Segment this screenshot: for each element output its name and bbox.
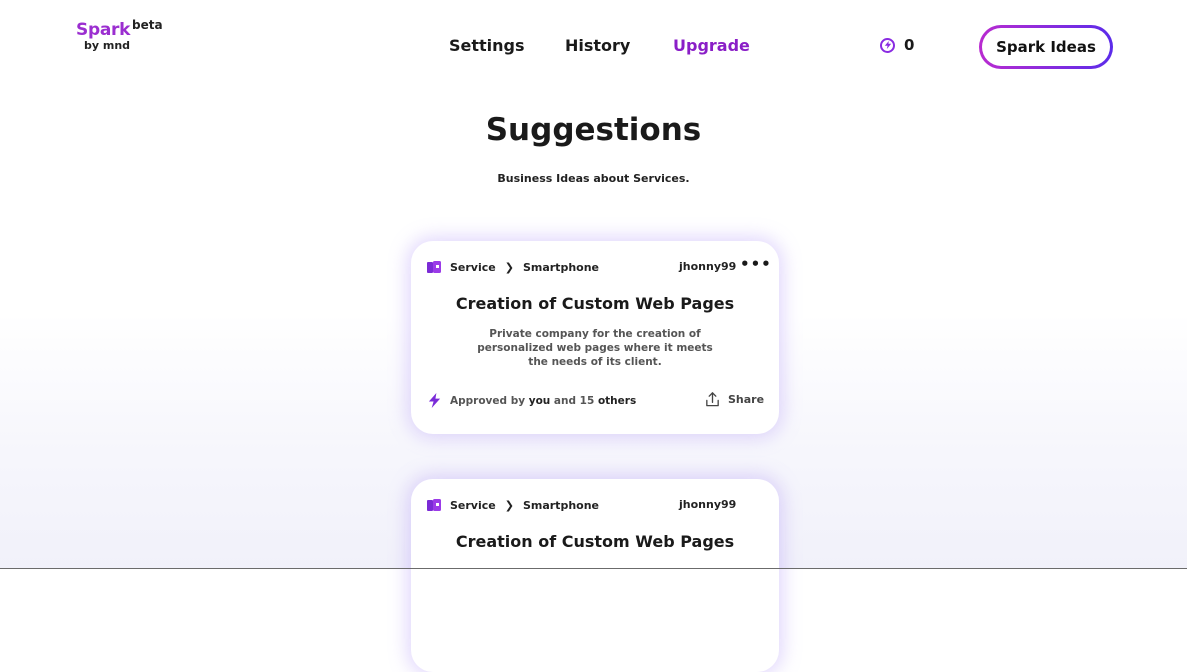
card-category: Service ❯ Smartphone xyxy=(427,260,599,274)
share-icon xyxy=(706,392,719,407)
page-subtitle: Business Ideas about Services. xyxy=(497,172,690,185)
logo-brand: Spark xyxy=(76,20,131,40)
approved-prefix: Approved by xyxy=(450,394,526,407)
nav-upgrade[interactable]: Upgrade xyxy=(673,36,750,55)
card-description: Private company for the creation of pers… xyxy=(477,328,713,368)
card-title: Creation of Custom Web Pages xyxy=(455,532,735,551)
card-category-label: Service xyxy=(450,498,496,512)
share-label: Share xyxy=(728,393,765,406)
card-category-label: Service xyxy=(450,260,496,274)
nav-history[interactable]: History xyxy=(565,36,630,55)
card-author[interactable]: jhonny99 xyxy=(679,498,736,511)
nav-settings[interactable]: Settings xyxy=(449,36,525,55)
card-title: Creation of Custom Web Pages xyxy=(455,294,735,313)
credits-counter[interactable]: 0 xyxy=(880,36,914,54)
card-subcategory-label: Smartphone xyxy=(522,260,599,274)
approved-you: you xyxy=(528,394,551,407)
credits-value: 0 xyxy=(904,36,915,54)
page-title: Suggestions xyxy=(485,112,702,148)
share-button[interactable]: Share xyxy=(704,391,764,408)
bolt-circle-icon xyxy=(880,37,895,53)
chevron-right-icon: ❯ xyxy=(504,260,514,274)
card-subcategory-label: Smartphone xyxy=(522,498,599,512)
approved-count: and 15 xyxy=(553,394,595,407)
card-approvals[interactable]: Approved by you and 15 others xyxy=(427,393,636,408)
store-icon xyxy=(427,499,441,511)
logo-byline: by mnd xyxy=(84,39,131,52)
spark-ideas-button[interactable]: Spark Ideas xyxy=(979,25,1113,69)
logo-beta-badge: beta xyxy=(132,18,163,32)
more-options-icon[interactable]: ••• xyxy=(740,255,772,273)
store-icon xyxy=(427,261,441,273)
card-author[interactable]: jhonny99 xyxy=(679,260,736,273)
idea-card[interactable]: Service ❯ Smartphone jhonny99 ••• Creati… xyxy=(411,241,779,434)
approved-others: others xyxy=(597,394,637,407)
card-category: Service ❯ Smartphone xyxy=(427,498,599,512)
lightning-icon xyxy=(428,393,441,408)
chevron-right-icon: ❯ xyxy=(504,498,514,512)
logo[interactable]: Spark beta by mnd xyxy=(76,18,163,52)
idea-card[interactable]: Service ❯ Smartphone jhonny99 Creation o… xyxy=(411,479,779,672)
